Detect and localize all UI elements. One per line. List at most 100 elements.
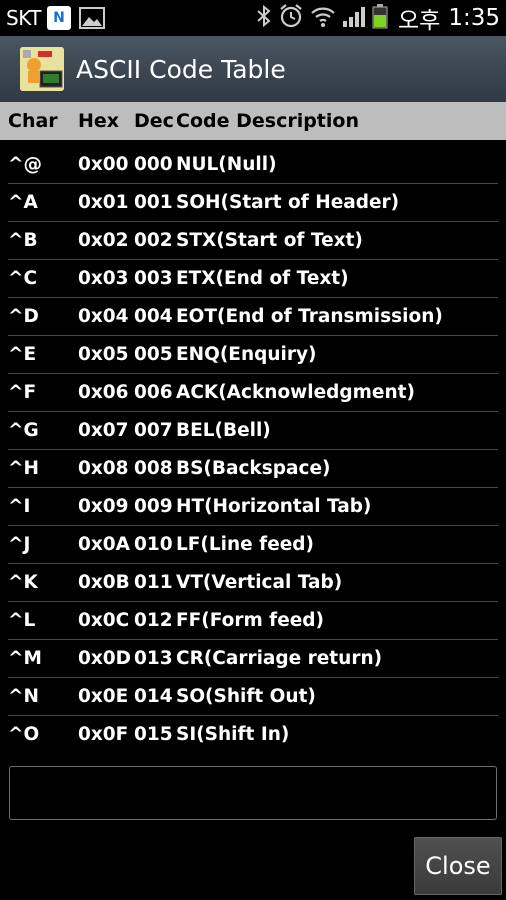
table-row[interactable]: ^A 0x01 001 SOH(Start of Header) [0, 184, 506, 222]
table-row[interactable]: ^D 0x04 004 EOT(End of Transmission) [0, 298, 506, 336]
cell-dec: 002 [134, 230, 173, 251]
cell-char: ^G [8, 420, 39, 441]
cell-char: ^B [8, 230, 38, 251]
cell-dec: 009 [134, 496, 173, 517]
cell-hex: 0x07 [78, 420, 129, 441]
table-row[interactable]: ^O 0x0F 015 SI(Shift In) [0, 716, 506, 746]
cell-dec: 012 [134, 610, 173, 631]
cell-char: ^C [8, 268, 38, 289]
cell-description: VT(Vertical Tab) [176, 572, 343, 593]
cell-description: SO(Shift Out) [176, 686, 316, 707]
cell-description: SOH(Start of Header) [176, 192, 400, 213]
cell-hex: 0x09 [78, 496, 129, 517]
cell-description: FF(Form feed) [176, 610, 325, 631]
cell-description: BS(Backspace) [176, 458, 331, 479]
cell-dec: 005 [134, 344, 173, 365]
cell-hex: 0x01 [78, 192, 129, 213]
cell-hex: 0x04 [78, 306, 129, 327]
cell-dec: 001 [134, 192, 173, 213]
cell-dec: 006 [134, 382, 173, 403]
table-header: Char Hex Dec Code Description [0, 102, 506, 140]
app-logo-icon [20, 47, 64, 91]
header-char: Char [8, 110, 58, 132]
cell-hex: 0x0C [78, 610, 130, 631]
table-row[interactable]: ^J 0x0A 010 LF(Line feed) [0, 526, 506, 564]
cell-dec: 011 [134, 572, 173, 593]
carrier-label: SKT [6, 6, 41, 30]
cell-description: BEL(Bell) [176, 420, 271, 441]
cell-dec: 008 [134, 458, 173, 479]
cell-description: ACK(Acknowledgment) [176, 382, 415, 403]
wifi-icon [310, 4, 336, 32]
table-row[interactable]: ^I 0x09 009 HT(Horizontal Tab) [0, 488, 506, 526]
n-notification-icon: N [46, 6, 71, 30]
cell-hex: 0x06 [78, 382, 129, 403]
header-description: Code Description [176, 110, 359, 132]
cell-char: ^A [8, 192, 38, 213]
ascii-table-list[interactable]: ^@ 0x00 000 NUL(Null) ^A 0x01 001 SOH(Start of … [0, 146, 506, 746]
cell-dec: 003 [134, 268, 173, 289]
cell-hex: 0x00 [78, 154, 129, 175]
table-row[interactable]: ^E 0x05 005 ENQ(Enquiry) [0, 336, 506, 374]
cell-description: NUL(Null) [176, 154, 277, 175]
clock-ampm: 오후 [398, 8, 441, 34]
title-bar: ASCII Code Table [0, 36, 506, 102]
header-hex: Hex [78, 110, 120, 132]
table-row[interactable]: ^N 0x0E 014 SO(Shift Out) [0, 678, 506, 716]
cell-description: LF(Line feed) [176, 534, 315, 555]
cell-char: ^N [8, 686, 39, 707]
cell-char: ^K [8, 572, 38, 593]
cell-hex: 0x0E [78, 686, 129, 707]
header-dec: Dec [134, 110, 174, 132]
cell-dec: 004 [134, 306, 173, 327]
cell-description: HT(Horizontal Tab) [176, 496, 372, 517]
cell-hex: 0x02 [78, 230, 129, 251]
cell-char: ^M [8, 648, 42, 669]
cell-char: ^H [8, 458, 39, 479]
cell-dec: 010 [134, 534, 173, 555]
table-row[interactable]: ^G 0x07 007 BEL(Bell) [0, 412, 506, 450]
cell-hex: 0x0D [78, 648, 132, 669]
cell-char: ^I [8, 496, 31, 517]
cell-dec: 013 [134, 648, 173, 669]
search-input[interactable] [9, 766, 497, 820]
cell-description: EOT(End of Transmission) [176, 306, 443, 327]
cell-hex: 0x08 [78, 458, 129, 479]
cell-hex: 0x05 [78, 344, 129, 365]
signal-icon [342, 4, 366, 32]
cell-char: ^F [8, 382, 37, 403]
app-title: ASCII Code Table [76, 54, 286, 84]
cell-dec: 015 [134, 724, 173, 745]
cell-char: ^L [8, 610, 36, 631]
table-row[interactable]: ^B 0x02 002 STX(Start of Text) [0, 222, 506, 260]
close-button[interactable]: Close [414, 837, 502, 895]
clock-time: 1:35 [448, 5, 500, 31]
cell-char: ^D [8, 306, 39, 327]
cell-dec: 014 [134, 686, 173, 707]
status-bar: SKT N 오후 1:35 [0, 0, 506, 36]
table-row[interactable]: ^F 0x06 006 ACK(Acknowledgment) [0, 374, 506, 412]
table-row[interactable]: ^@ 0x00 000 NUL(Null) [0, 146, 506, 184]
cell-description: CR(Carriage return) [176, 648, 383, 669]
bluetooth-icon [256, 4, 272, 32]
cell-char: ^J [8, 534, 31, 555]
image-notification-icon [78, 7, 105, 29]
cell-description: ETX(End of Text) [176, 268, 349, 289]
cell-dec: 000 [134, 154, 173, 175]
cell-char: ^@ [8, 154, 43, 175]
cell-hex: 0x03 [78, 268, 129, 289]
table-row[interactable]: ^M 0x0D 013 CR(Carriage return) [0, 640, 506, 678]
cell-description: SI(Shift In) [176, 724, 290, 745]
table-row[interactable]: ^K 0x0B 011 VT(Vertical Tab) [0, 564, 506, 602]
battery-icon [372, 3, 388, 33]
cell-hex: 0x0B [78, 572, 130, 593]
table-row[interactable]: ^C 0x03 003 ETX(End of Text) [0, 260, 506, 298]
cell-hex: 0x0F [78, 724, 129, 745]
cell-dec: 007 [134, 420, 173, 441]
table-row[interactable]: ^H 0x08 008 BS(Backspace) [0, 450, 506, 488]
table-row[interactable]: ^L 0x0C 012 FF(Form feed) [0, 602, 506, 640]
cell-description: ENQ(Enquiry) [176, 344, 317, 365]
cell-char: ^O [8, 724, 40, 745]
cell-hex: 0x0A [78, 534, 130, 555]
cell-description: STX(Start of Text) [176, 230, 363, 251]
